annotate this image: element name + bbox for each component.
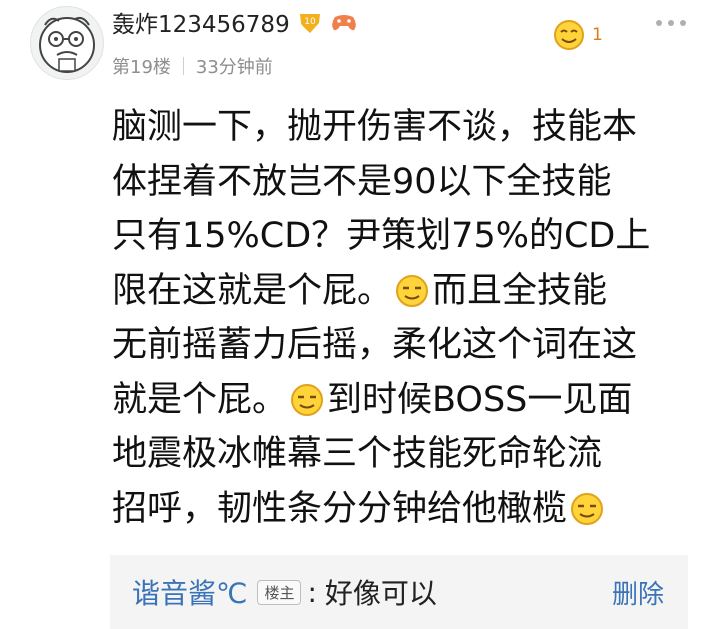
more-dot-icon (668, 20, 674, 26)
floor-number: 第19楼 (112, 57, 171, 78)
username[interactable]: 轰炸123456789 (112, 5, 290, 39)
meta-divider (182, 57, 184, 75)
delete-button[interactable]: 删除 (612, 574, 664, 611)
content-line: 无前摇蓄力后摇，柔化这个词在这 (112, 325, 638, 365)
more-options-button[interactable] (656, 20, 686, 26)
reply-item[interactable]: 谐音酱℃ 楼主 : 好像可以 删除 (110, 555, 688, 629)
content-line: 限在这就是个屁。 而且全技能 (112, 270, 608, 311)
level-badge-number: 10 (304, 17, 316, 27)
post-meta: 第19楼 33分钟前 (112, 53, 273, 79)
smirk-emoji-icon (571, 492, 604, 525)
avatar-face-icon (39, 16, 95, 73)
gamepad-icon (331, 15, 356, 31)
content-line: 体捏着不放岂不是90以下全技能 (112, 161, 612, 202)
like-button[interactable]: 1 (552, 18, 603, 52)
username-row: 轰炸123456789 10 (112, 6, 358, 38)
reply-username[interactable]: 谐音酱℃ (132, 572, 247, 612)
content-line: 脑测一下，抛开伤害不谈，技能本 (112, 107, 638, 147)
reply-colon: : (307, 575, 317, 609)
reply-text: 好像可以 (324, 577, 437, 610)
more-dot-icon (680, 20, 686, 26)
avatar[interactable] (30, 6, 104, 80)
emoji-like-icon (554, 20, 584, 50)
post-time: 33分钟前 (195, 57, 273, 78)
post-content: 脑测一下，抛开伤害不谈，技能本 体捏着不放岂不是90以下全技能 只有15%CD？… (112, 100, 712, 536)
like-count: 1 (592, 25, 603, 45)
smirk-emoji-icon (396, 274, 429, 307)
smirk-emoji-icon (291, 383, 324, 416)
content-line: 就是个屁。 到时候BOSS一见面 (112, 379, 633, 420)
op-tag-badge: 楼主 (257, 579, 302, 605)
more-dot-icon (656, 20, 662, 26)
content-line: 地震极冰帷幕三个技能死命轮流 (112, 434, 603, 474)
content-line: 招呼，韧性条分分钟给他橄榄 (112, 482, 712, 537)
level-badge-icon: 10 (299, 14, 320, 33)
content-line: 只有15%CD？尹策划75%的CD上 (112, 216, 651, 256)
